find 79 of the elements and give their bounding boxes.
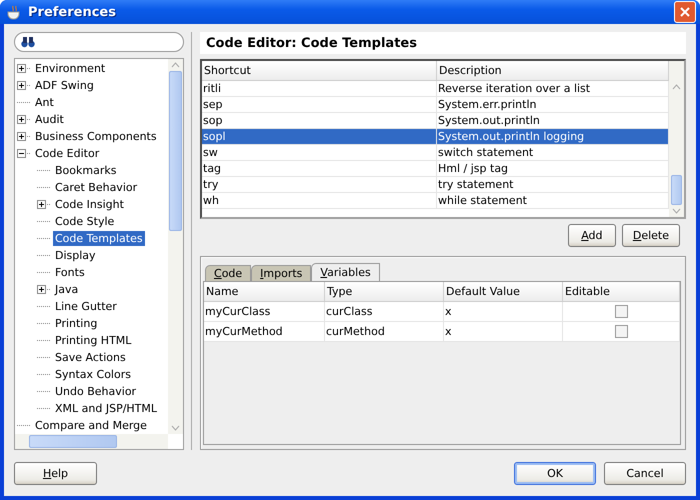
help-button[interactable]: Help	[14, 462, 97, 484]
tree-item[interactable]: Java	[53, 282, 80, 297]
table-cell: myCurClass	[204, 302, 325, 321]
delete-button[interactable]: Delete	[622, 224, 680, 247]
table-cell: sop	[202, 113, 437, 128]
window-title: Preferences	[28, 4, 117, 20]
tree-item[interactable]: Business Components	[33, 129, 159, 144]
tree-item[interactable]: Syntax Colors	[53, 367, 133, 382]
template-row[interactable]: wh while statement	[202, 193, 669, 209]
table-cell: tag	[202, 161, 437, 176]
template-row[interactable]: tag Hml / jsp tag	[202, 161, 669, 177]
column-header[interactable]: Name	[204, 282, 325, 301]
tree-item[interactable]: Undo Behavior	[53, 384, 138, 399]
scroll-thumb[interactable]	[671, 175, 682, 205]
page-heading: Code Editor: Code Templates	[200, 32, 686, 54]
plus-box-icon[interactable]	[17, 115, 26, 124]
scroll-thumb[interactable]	[29, 435, 117, 448]
tab[interactable]: Code	[205, 265, 252, 281]
tree-item[interactable]: Code Style	[53, 214, 116, 229]
tree-item[interactable]: Audit	[33, 112, 66, 127]
plus-box-icon[interactable]	[17, 64, 26, 73]
template-row[interactable]: sep System.err.println	[202, 97, 669, 113]
plus-box-icon[interactable]	[17, 132, 26, 141]
close-icon	[679, 6, 691, 18]
checkbox[interactable]	[615, 325, 628, 338]
ok-button[interactable]: OK	[514, 462, 596, 484]
tree-item[interactable]: Save Actions	[53, 350, 128, 365]
add-button[interactable]: Add	[568, 224, 616, 247]
plus-box-icon[interactable]	[37, 200, 46, 209]
column-header[interactable]: Editable	[563, 282, 680, 301]
tree-item[interactable]: Line Gutter	[53, 299, 119, 314]
tree-item[interactable]: Ant	[33, 95, 56, 110]
template-row[interactable]: sopl System.out.println logging	[202, 129, 669, 145]
table-cell: sep	[202, 97, 437, 112]
table-cell: sw	[202, 145, 437, 160]
search-field[interactable]	[14, 32, 184, 52]
scroll-thumb[interactable]	[169, 71, 182, 231]
cancel-button[interactable]: Cancel	[604, 462, 686, 484]
vertical-scrollbar[interactable]	[669, 61, 684, 217]
plus-box-icon[interactable]	[17, 81, 26, 90]
tree-item[interactable]: Display	[53, 248, 98, 263]
template-row[interactable]: sop System.out.println	[202, 113, 669, 129]
template-row[interactable]: sw switch statement	[202, 145, 669, 161]
checkbox[interactable]	[615, 305, 628, 318]
table-cell: myCurMethod	[204, 322, 325, 341]
horizontal-scrollbar[interactable]	[15, 434, 168, 449]
tree-item[interactable]: ADF Swing	[33, 78, 96, 93]
table-cell: x	[444, 302, 563, 321]
tree-item[interactable]: Environment	[33, 61, 108, 76]
table-cell: curClass	[325, 302, 444, 321]
tree-item[interactable]: Caret Behavior	[53, 180, 140, 195]
table-cell: x	[444, 322, 563, 341]
column-header[interactable]: Default Value	[444, 282, 563, 301]
template-row[interactable]: try try statement	[202, 177, 669, 193]
table-cell: sopl	[202, 129, 437, 144]
table-cell: try	[202, 177, 437, 192]
close-button[interactable]	[674, 1, 696, 23]
minus-box-icon[interactable]	[17, 149, 26, 158]
plus-box-icon[interactable]	[37, 285, 46, 294]
coffee-cup-icon	[6, 4, 22, 20]
template-row[interactable]: ritli Reverse iteration over a list	[202, 81, 669, 97]
tree-item[interactable]: Bookmarks	[53, 163, 118, 178]
table-cell: ritli	[202, 81, 437, 96]
tree-item[interactable]: Printing HTML	[53, 333, 134, 348]
binoculars-icon	[21, 36, 35, 48]
vertical-scrollbar[interactable]	[168, 59, 183, 434]
tree-item[interactable]: Code Insight	[53, 197, 126, 212]
tree-item[interactable]: Printing	[53, 316, 100, 331]
tab[interactable]: Variables	[311, 263, 380, 281]
table-cell: wh	[202, 193, 437, 208]
tab[interactable]: Imports	[251, 265, 312, 281]
tree-item[interactable]: XML and JSP/HTML	[53, 401, 160, 416]
tree-item[interactable]: Code Templates	[53, 231, 145, 246]
tree-item[interactable]: Fonts	[53, 265, 87, 280]
tree-item[interactable]: Code Editor	[33, 146, 102, 161]
column-header[interactable]: Type	[325, 282, 444, 301]
column-header[interactable]: Shortcut	[202, 61, 437, 80]
tree-item[interactable]: Compare and Merge	[33, 418, 149, 433]
table-cell: curMethod	[325, 322, 444, 341]
